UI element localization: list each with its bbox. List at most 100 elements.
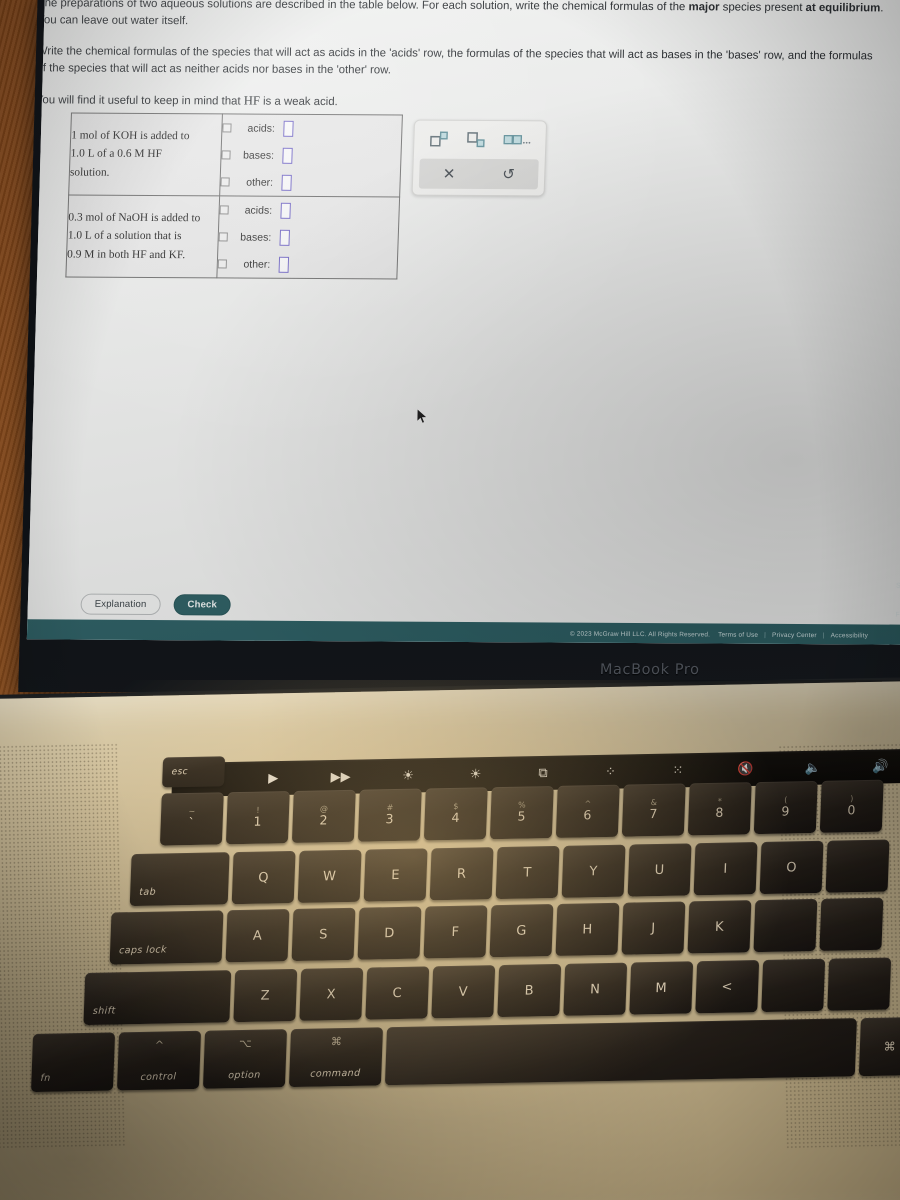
- key-period[interactable]: [761, 958, 826, 1013]
- key-i[interactable]: I: [693, 842, 758, 896]
- input-bases-2[interactable]: [279, 229, 291, 246]
- solution-description-cell-1: 1 mol of KOH is added to 1.0 L of a 0.6 …: [68, 112, 223, 196]
- more-options-icon[interactable]: [502, 131, 532, 149]
- footer-copyright: © 2023 McGraw Hill LLC. All Rights Reser…: [569, 630, 711, 638]
- key-option[interactable]: ⌥ option: [202, 1029, 288, 1089]
- key-m[interactable]: M: [629, 961, 694, 1015]
- key-e[interactable]: E: [363, 848, 428, 902]
- key-lower: 3: [385, 811, 395, 827]
- accessibility-link[interactable]: Accessibility: [831, 632, 869, 639]
- input-bases-1[interactable]: [282, 147, 294, 164]
- answer-row-acids-1: acids:: [222, 114, 401, 142]
- input-other-2[interactable]: [279, 256, 290, 273]
- aleks-page: The preparations of two aqueous solution…: [26, 0, 900, 645]
- checkbox-acids-1[interactable]: [222, 123, 233, 133]
- key-7[interactable]: & 7: [621, 783, 686, 837]
- control-label: control: [140, 1071, 177, 1083]
- checkbox-other-2[interactable]: [218, 259, 228, 269]
- checkbox-bases-1[interactable]: [221, 150, 232, 160]
- key-x[interactable]: X: [299, 967, 364, 1021]
- answer-row-other-2: other:: [218, 250, 397, 278]
- check-button[interactable]: Check: [173, 594, 232, 616]
- checkbox-other-1[interactable]: [220, 177, 231, 187]
- key-8[interactable]: * 8: [687, 782, 752, 836]
- problem-paragraph-1: The preparations of two aqueous solution…: [37, 0, 884, 35]
- key-4[interactable]: $ 4: [423, 787, 488, 841]
- answer-table: 1 mol of KOH is added to 1.0 L of a 0.6 …: [65, 112, 403, 280]
- key-b[interactable]: B: [497, 963, 562, 1018]
- key-command-right[interactable]: ⌘: [858, 1016, 900, 1077]
- key-p[interactable]: [825, 839, 890, 893]
- key-slash[interactable]: [827, 957, 892, 1011]
- input-acids-1[interactable]: [283, 120, 295, 137]
- toolbar-format-row: [414, 121, 546, 160]
- key-esc[interactable]: esc: [162, 756, 226, 788]
- superscript-icon[interactable]: [429, 131, 450, 149]
- key-lower: 9: [781, 803, 791, 819]
- key-g[interactable]: G: [489, 904, 554, 958]
- solution-description-cell-2: 0.3 mol of NaOH is added to 1.0 L of a s…: [65, 194, 221, 278]
- answer-cell-2: acids: bases: other:: [217, 195, 400, 279]
- key-f[interactable]: F: [423, 905, 488, 959]
- problem-paragraph-3: You will find it useful to keep in mind …: [36, 91, 882, 115]
- key-tab[interactable]: tab: [129, 852, 230, 907]
- explanation-button[interactable]: Explanation: [80, 593, 161, 616]
- key-z[interactable]: Z: [233, 968, 298, 1023]
- key-w[interactable]: W: [297, 849, 362, 903]
- key-0[interactable]: ) 0: [819, 779, 884, 833]
- option-symbol: ⌥: [238, 1036, 253, 1051]
- key-r[interactable]: R: [429, 847, 494, 901]
- key-3[interactable]: # 3: [357, 788, 422, 842]
- key-n[interactable]: N: [563, 962, 628, 1016]
- input-other-1[interactable]: [281, 174, 293, 191]
- key-fn[interactable]: fn: [30, 1032, 116, 1093]
- key-c[interactable]: C: [365, 966, 430, 1020]
- key-5[interactable]: % 5: [489, 785, 554, 840]
- key-comma[interactable]: <: [695, 960, 760, 1014]
- key-u[interactable]: U: [627, 843, 692, 897]
- answer-cell-1: acids: bases: other:: [220, 113, 403, 198]
- privacy-center-link[interactable]: Privacy Center: [772, 631, 817, 638]
- key-control[interactable]: ^ control: [116, 1030, 202, 1091]
- key-o[interactable]: O: [759, 840, 824, 895]
- answer-row-bases-2: bases:: [219, 223, 398, 251]
- key-v[interactable]: V: [431, 965, 496, 1019]
- key-k[interactable]: K: [687, 900, 752, 954]
- answer-row-bases-1: bases:: [221, 141, 401, 169]
- key-2[interactable]: @ 2: [291, 789, 356, 844]
- key-6[interactable]: ^ 6: [555, 784, 620, 838]
- key-l[interactable]: [753, 898, 818, 953]
- key-1[interactable]: ! 1: [225, 791, 290, 845]
- key-a[interactable]: A: [225, 909, 290, 963]
- key-command-left[interactable]: ⌘ command: [288, 1027, 384, 1088]
- key-semicolon[interactable]: [819, 897, 884, 951]
- key-j[interactable]: J: [621, 901, 686, 955]
- key-9[interactable]: ( 9: [753, 780, 818, 835]
- key-d[interactable]: D: [357, 906, 422, 960]
- label-bases-1: bases:: [242, 149, 275, 162]
- key-lower: 4: [451, 809, 461, 826]
- checkbox-bases-2[interactable]: [219, 232, 229, 242]
- key-lower: 5: [517, 808, 527, 824]
- label-other-2: other:: [243, 258, 271, 271]
- key-y[interactable]: Y: [561, 844, 626, 898]
- answer-row-acids-2: acids:: [220, 196, 399, 224]
- input-acids-2[interactable]: [280, 202, 292, 219]
- key-lower: 2: [319, 812, 329, 828]
- subscript-icon[interactable]: [466, 131, 487, 149]
- key-s[interactable]: S: [291, 907, 356, 962]
- key-backtick[interactable]: ~ `: [159, 792, 224, 846]
- key-q[interactable]: Q: [231, 850, 296, 905]
- key-shift-left[interactable]: shift: [83, 970, 232, 1026]
- desc-line-3: 0.9 M in both HF and KF.: [66, 248, 186, 261]
- key-lower: 8: [715, 804, 725, 821]
- key-h[interactable]: H: [555, 902, 620, 956]
- checkbox-acids-2[interactable]: [220, 205, 230, 215]
- desc-line-3: solution.: [69, 166, 110, 179]
- problem-statement: The preparations of two aqueous solution…: [35, 0, 884, 128]
- answer-row-other-1: other:: [220, 168, 400, 196]
- terms-of-use-link[interactable]: Terms of Use: [718, 631, 758, 638]
- key-space[interactable]: [384, 1018, 857, 1086]
- key-caps-lock[interactable]: caps lock: [109, 910, 224, 965]
- key-t[interactable]: T: [495, 845, 560, 900]
